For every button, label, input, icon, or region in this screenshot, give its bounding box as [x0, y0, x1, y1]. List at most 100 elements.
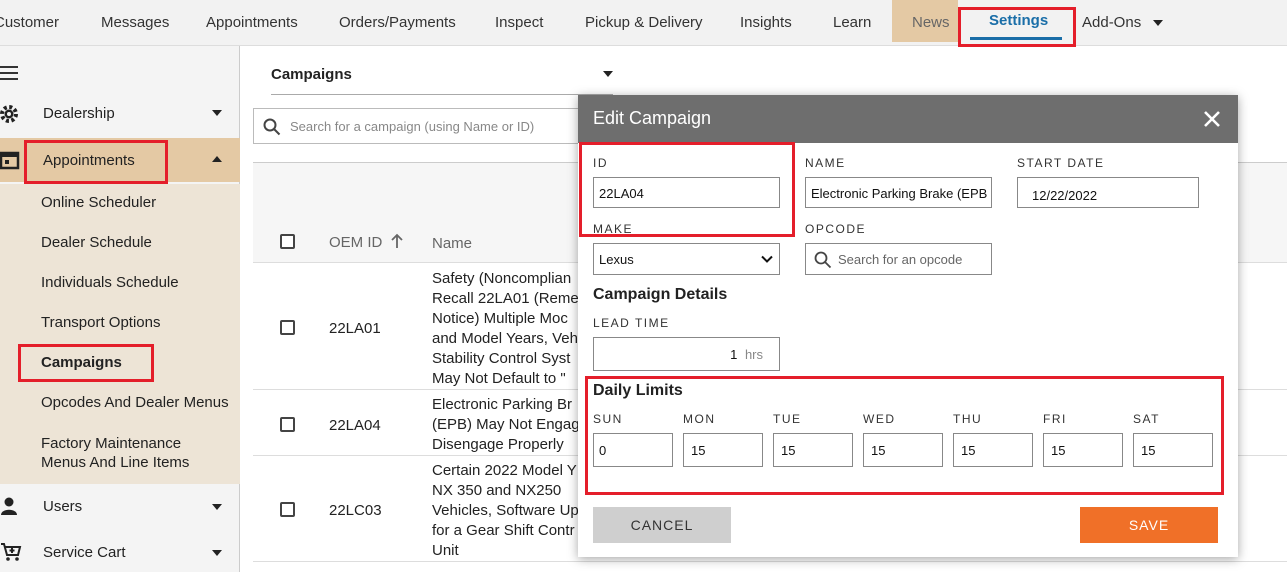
sidebar-subitem-online-scheduler[interactable]: Online Scheduler	[41, 194, 156, 211]
daily-limit-sun-input[interactable]: 0	[593, 433, 673, 467]
search-placeholder: Search for a campaign (using Name or ID)	[290, 119, 535, 134]
search-icon	[814, 251, 832, 269]
name-line: and Model Years, Veh	[432, 330, 578, 347]
row-oem-id: 22LA01	[329, 320, 381, 337]
sidebar-subitem-campaigns[interactable]: Campaigns	[41, 354, 122, 371]
column-oem-id[interactable]: OEM ID	[329, 233, 404, 251]
day-label-thu: THU	[953, 412, 983, 426]
name-field[interactable]: Electronic Parking Brake (EPB	[805, 177, 992, 208]
day-label-sat: SAT	[1133, 412, 1160, 426]
close-icon[interactable]	[1202, 109, 1222, 129]
row-name: Safety (Noncomplian Recall 22LA01 (Reme …	[432, 269, 582, 389]
column-label: OEM ID	[329, 234, 383, 251]
nav-pickup-delivery[interactable]: Pickup & Delivery	[585, 14, 703, 31]
row-checkbox[interactable]	[280, 417, 295, 432]
day-label-wed: WED	[863, 412, 896, 426]
name-label: NAME	[805, 156, 846, 170]
sidebar-item-label: Service Cart	[43, 544, 126, 561]
name-line: Notice) Multiple Moc	[432, 310, 568, 327]
nav-appointments[interactable]: Appointments	[206, 14, 298, 31]
daily-limit-thu-input[interactable]: 15	[953, 433, 1033, 467]
lead-time-value: 1	[730, 347, 738, 362]
user-icon	[1, 497, 17, 515]
name-line: Stability Control Syst	[432, 350, 571, 367]
day-label-mon: MON	[683, 412, 716, 426]
edit-campaign-dialog: Edit Campaign ID 22LA04 NAME Electronic …	[578, 95, 1238, 557]
cancel-button[interactable]: CANCEL	[593, 507, 731, 543]
start-date-field[interactable]: 12/22/2022	[1017, 177, 1199, 208]
day-label-fri: FRI	[1043, 412, 1067, 426]
make-value: Lexus	[599, 252, 634, 267]
calendar-icon	[0, 151, 20, 170]
lead-time-field[interactable]: 1 hrs	[593, 337, 780, 371]
sidebar-item-dealership[interactable]: Dealership	[0, 92, 240, 136]
select-all-checkbox[interactable]	[280, 234, 295, 249]
column-name[interactable]: Name	[432, 235, 472, 252]
nav-orders-payments[interactable]: Orders/Payments	[339, 14, 456, 31]
opcode-search-input[interactable]: Search for an opcode	[805, 243, 992, 275]
id-field[interactable]: 22LA04	[593, 177, 780, 208]
select-underline	[271, 94, 613, 95]
sidebar-subitem-transport-options[interactable]: Transport Options	[41, 314, 161, 331]
sidebar-subitem-opcodes[interactable]: Opcodes And Dealer Menus	[41, 394, 229, 411]
sidebar-item-service-cart[interactable]: Service Cart	[0, 530, 240, 572]
settings-underline	[970, 37, 1062, 40]
save-button[interactable]: SAVE	[1080, 507, 1218, 543]
sidebar-item-users[interactable]: Users	[0, 484, 240, 528]
nav-add-ons[interactable]: Add-Ons	[1082, 14, 1164, 31]
name-line: (EPB) May Not Engag	[432, 416, 580, 433]
chevron-down-icon	[212, 504, 222, 510]
daily-limit-mon-input[interactable]: 15	[683, 433, 763, 467]
name-line: May Not Default to "	[432, 370, 566, 387]
daily-limit-tue-input[interactable]: 15	[773, 433, 853, 467]
row-checkbox[interactable]	[280, 502, 295, 517]
daily-limit-fri-input[interactable]: 15	[1043, 433, 1123, 467]
nav-learn[interactable]: Learn	[833, 14, 871, 31]
cart-icon	[1, 543, 22, 561]
make-label: MAKE	[593, 222, 634, 236]
search-icon	[263, 118, 281, 136]
lead-time-label: LEAD TIME	[593, 316, 670, 330]
campaign-select-value: Campaigns	[271, 66, 352, 83]
row-checkbox[interactable]	[280, 320, 295, 335]
sidebar-item-label: Users	[43, 498, 83, 515]
name-line: Unit	[432, 542, 459, 559]
nav-messages[interactable]: Messages	[101, 14, 169, 31]
sidebar-subitem-individuals-schedule[interactable]: Individuals Schedule	[41, 274, 179, 291]
nav-inspect[interactable]: Inspect	[495, 14, 543, 31]
daily-limit-wed-input[interactable]: 15	[863, 433, 943, 467]
row-oem-id: 22LA04	[329, 417, 381, 434]
chevron-down-icon	[212, 110, 222, 116]
lead-time-unit: hrs	[744, 347, 763, 362]
sidebar-item-appointments[interactable]: Appointments	[0, 138, 240, 182]
sidebar-subitem-dealer-schedule[interactable]: Dealer Schedule	[41, 234, 152, 251]
name-line: Vehicles, Software Up	[432, 502, 579, 519]
nav-insights[interactable]: Insights	[740, 14, 792, 31]
campaign-type-select[interactable]: Campaigns	[271, 66, 613, 95]
daily-limit-sat-input[interactable]: 15	[1133, 433, 1213, 467]
sidebar: Dealership Appointments Online Scheduler…	[0, 46, 240, 572]
sidebar-subitem-factory-maintenance[interactable]: Factory Maintenance Menus And Line Items	[41, 434, 211, 472]
appointments-submenu: Online Scheduler Dealer Schedule Individ…	[0, 184, 240, 484]
name-line: Disengage Properly	[432, 436, 564, 453]
row-name: Certain 2022 Model Y NX 350 and NX250 Ve…	[432, 461, 582, 561]
row-name: Electronic Parking Br (EPB) May Not Enga…	[432, 395, 582, 455]
dialog-header: Edit Campaign	[578, 95, 1238, 143]
opcode-placeholder: Search for an opcode	[838, 252, 963, 267]
sidebar-item-label: Dealership	[43, 105, 115, 122]
id-label: ID	[593, 156, 608, 170]
nav-news[interactable]: News	[892, 0, 958, 42]
make-select[interactable]: Lexus	[593, 243, 780, 275]
sort-up-arrow-icon	[390, 233, 403, 248]
nav-customer[interactable]: Customer	[0, 14, 59, 31]
name-line: Electronic Parking Br	[432, 396, 573, 413]
campaign-search-input[interactable]: Search for a campaign (using Name or ID)	[253, 108, 593, 144]
dialog-title: Edit Campaign	[593, 108, 712, 128]
hamburger-menu-icon[interactable]	[0, 66, 20, 84]
nav-settings[interactable]: Settings	[989, 12, 1048, 29]
opcode-label: OPCODE	[805, 222, 867, 236]
name-line: Safety (Noncomplian	[432, 270, 572, 287]
day-label-tue: TUE	[773, 412, 802, 426]
nav-add-ons-label: Add-Ons	[1082, 14, 1142, 31]
chevron-down-icon	[212, 550, 222, 556]
